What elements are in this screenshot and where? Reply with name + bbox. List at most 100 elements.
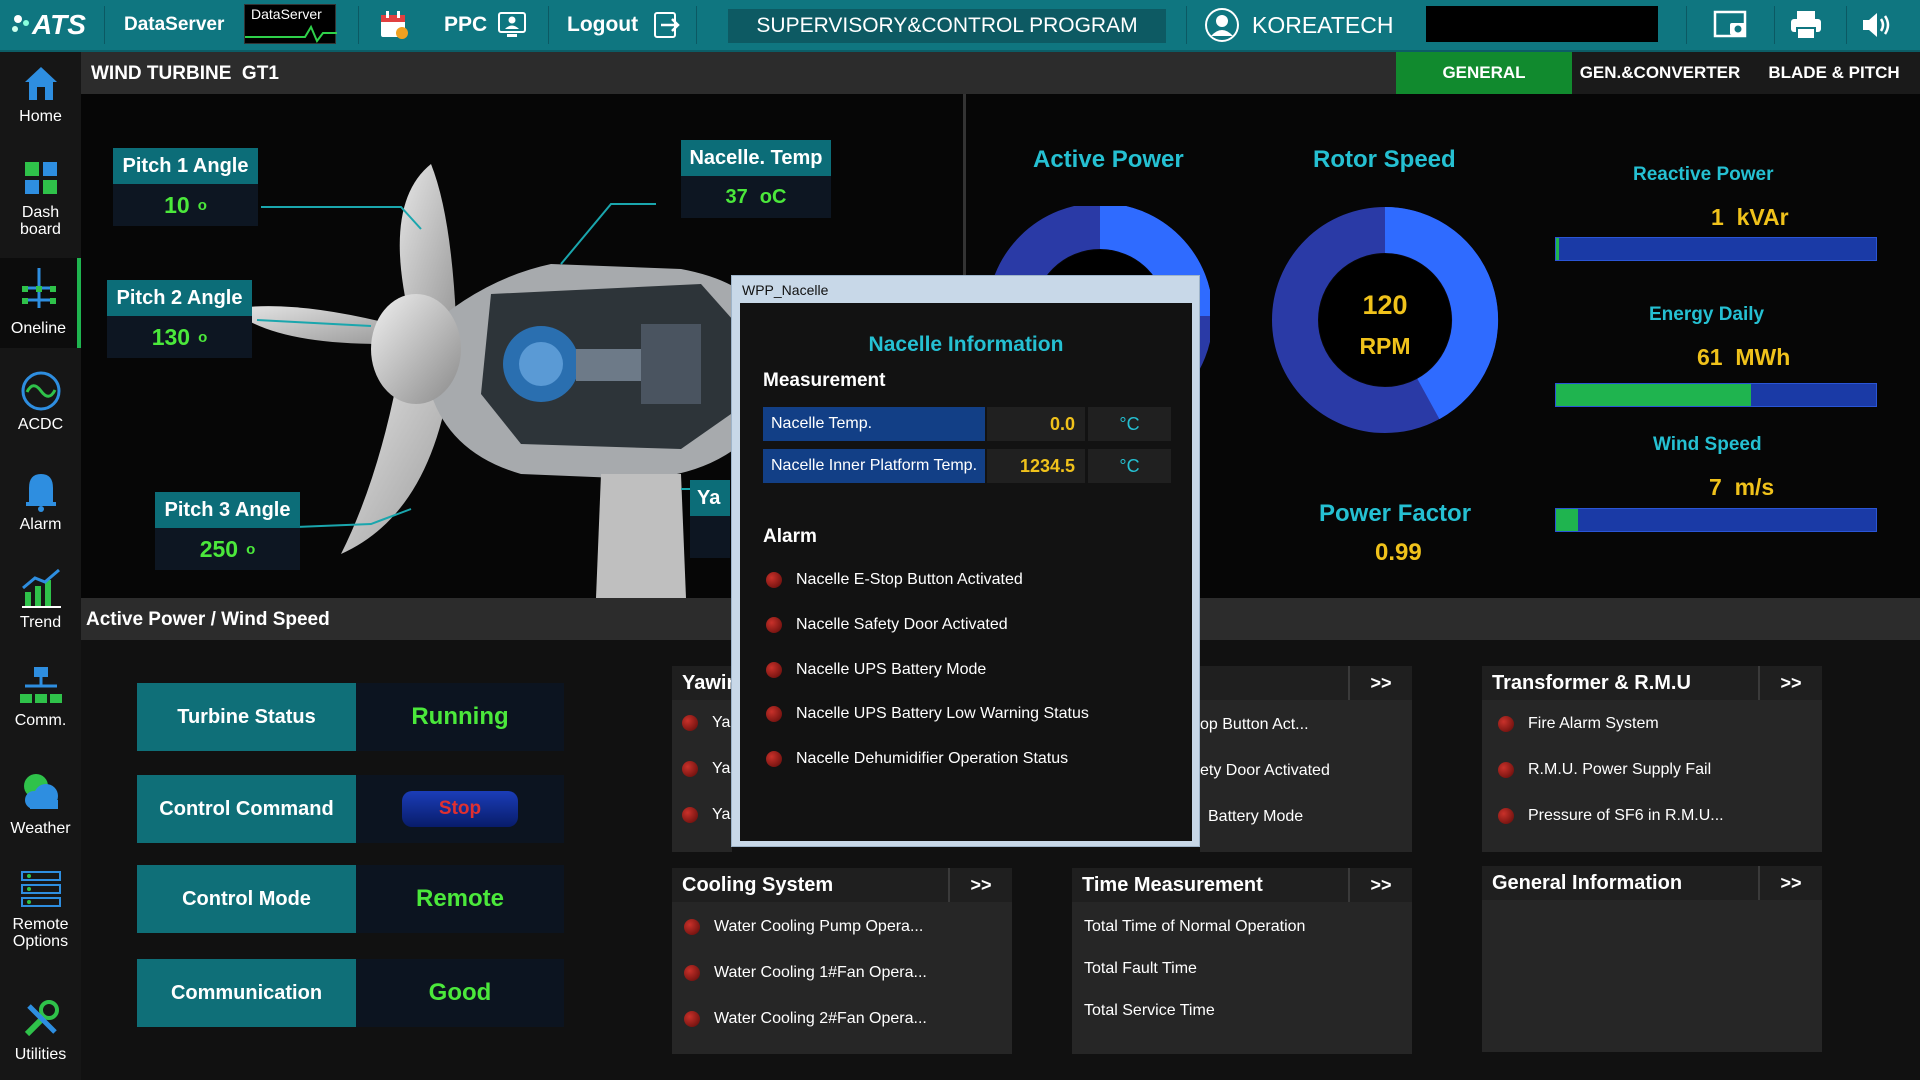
sidebar-item-alarm[interactable]: Alarm <box>0 468 81 533</box>
dataserver-status-widget[interactable]: DataServer <box>244 4 337 44</box>
yaw-value <box>690 516 730 558</box>
measurement-value: 1234.5 <box>987 449 1085 483</box>
transformer-expand-button[interactable]: >> <box>1758 666 1822 700</box>
pitch3-angle-label: Pitch 3 Angle <box>155 492 300 528</box>
alarm-indicator-icon <box>1498 807 1514 824</box>
logout-button[interactable]: Logout <box>567 0 682 50</box>
cooling-row: Water Cooling 1#Fan Opera... <box>672 964 927 982</box>
printer-icon <box>1791 11 1821 40</box>
user-avatar-icon <box>1205 8 1239 42</box>
calendar-icon <box>381 11 408 39</box>
transformer-panel-title: Transformer & R.M.U <box>1482 666 1758 700</box>
wind-speed-bar <box>1555 508 1877 532</box>
separator <box>1846 6 1847 44</box>
time-expand-button[interactable]: >> <box>1348 868 1412 902</box>
control-mode-value: Remote <box>356 865 564 933</box>
screen-capture-icon <box>1713 10 1747 38</box>
tab-general[interactable]: GENERAL <box>1396 52 1572 94</box>
time-row: Total Time of Normal Operation <box>1084 918 1306 935</box>
energy-daily-fill <box>1556 384 1752 406</box>
transformer-panel: Transformer & R.M.U >> Fire Alarm System… <box>1482 666 1822 852</box>
alarm-item: Nacelle UPS Battery Mode <box>766 661 986 679</box>
dataserver-button[interactable]: DataServer <box>124 0 224 50</box>
nacelle-panel-row: Battery Mode <box>1208 808 1304 825</box>
weather-icon <box>23 774 58 809</box>
sidebar-item-weather[interactable]: Weather <box>0 768 81 837</box>
sidebar-item-acdc[interactable]: ACDC <box>0 370 81 433</box>
alarm-indicator-icon <box>766 571 782 588</box>
tab-gen-converter[interactable]: GEN.&CONVERTER <box>1572 52 1748 94</box>
separator <box>1774 6 1775 44</box>
pitch2-angle-label: Pitch 2 Angle <box>107 280 252 316</box>
pitch2-angle-value: 130 o <box>107 316 252 358</box>
turbine-status-value: Running <box>356 683 564 751</box>
reactive-power-bar <box>1555 237 1877 261</box>
time-row: Total Fault Time <box>1084 960 1197 977</box>
alarm-indicator-icon <box>766 661 782 678</box>
nacelle-temp-value: 37 oC <box>681 176 831 218</box>
sidebar-item-trend[interactable]: Trend <box>0 566 81 631</box>
communication-value: Good <box>356 959 564 1027</box>
separator <box>358 6 359 44</box>
general-expand-button[interactable]: >> <box>1758 866 1822 900</box>
alarm-indicator-icon <box>684 964 700 981</box>
general-information-panel: General Information >> <box>1482 866 1822 1052</box>
sidebar-item-dashboard[interactable]: Dash board <box>0 158 81 238</box>
print-button[interactable] <box>1788 0 1824 50</box>
sidebar-item-comm[interactable]: Comm. <box>0 664 81 729</box>
separator <box>696 6 697 44</box>
measurement-name: Nacelle Inner Platform Temp. <box>763 449 985 483</box>
logout-icon <box>654 12 680 38</box>
power-factor-title: Power Factor <box>1319 500 1472 527</box>
separator <box>104 6 105 44</box>
calendar-button[interactable] <box>378 0 410 50</box>
sidebar-item-utilities[interactable]: Utilities <box>0 998 81 1063</box>
nacelle-temp-label: Nacelle. Temp <box>681 140 831 176</box>
user-button[interactable]: KOREATECH <box>1204 0 1393 50</box>
section-title: Active Power / Wind Speed <box>86 609 330 630</box>
turbine-status-label: Turbine Status <box>137 683 356 751</box>
nacelle-panel: >> op Button Act... ety Door Activated B… <box>1200 666 1412 852</box>
cooling-expand-button[interactable]: >> <box>948 868 1012 902</box>
dialog-window-title: WPP_Nacelle <box>742 282 829 298</box>
general-panel-title: General Information <box>1482 866 1758 900</box>
alarm-icon <box>25 474 56 512</box>
screenshot-button[interactable] <box>1712 0 1750 50</box>
logo-mark-icon <box>12 15 29 32</box>
energy-daily-value: 61 MWh <box>1697 344 1791 370</box>
dashboard-icon <box>24 162 57 194</box>
measurement-unit: °C <box>1088 449 1171 483</box>
sound-button[interactable] <box>1860 0 1894 50</box>
stop-button[interactable]: Stop <box>402 791 518 827</box>
tab-blade-pitch[interactable]: BLADE & PITCH <box>1748 52 1920 94</box>
rotor-speed-gauge: 120 RPM <box>1272 207 1499 433</box>
heartbeat-icon <box>245 24 337 43</box>
measurement-unit: °C <box>1088 407 1171 441</box>
top-bar: ATS DataServer DataServer PPC Logout SUP… <box>0 0 1920 52</box>
time-row: Total Service Time <box>1084 1002 1215 1019</box>
energy-daily-title: Energy Daily <box>1649 304 1765 325</box>
user-name: KOREATECH <box>1252 11 1394 38</box>
acdc-icon <box>21 371 60 411</box>
alarm-indicator-icon <box>1498 715 1514 732</box>
sidebar-item-oneline[interactable]: Oneline <box>0 258 81 348</box>
comm-icon <box>19 667 62 703</box>
alarm-indicator-icon <box>1498 761 1514 778</box>
wind-speed-fill <box>1556 509 1579 531</box>
sidebar-item-home[interactable]: Home <box>0 62 81 125</box>
cooling-row: Water Cooling 2#Fan Opera... <box>672 1010 927 1028</box>
nacelle-panel-expand-button[interactable]: >> <box>1348 666 1412 700</box>
alarm-item: Nacelle UPS Battery Low Warning Status <box>766 705 1089 723</box>
pitch1-angle-label: Pitch 1 Angle <box>113 148 258 184</box>
alarm-item: Nacelle Dehumidifier Operation Status <box>766 750 1068 768</box>
ats-logo: ATS <box>8 0 86 50</box>
active-power-title: Active Power <box>1033 146 1184 173</box>
ppc-monitor-button[interactable] <box>496 0 530 50</box>
ppc-button[interactable]: PPC <box>444 0 487 50</box>
yawing-row: Ya <box>672 760 730 778</box>
utilities-icon <box>24 1000 59 1037</box>
nacelle-dialog[interactable]: WPP_Nacelle Nacelle Information Measurem… <box>731 275 1200 847</box>
sidebar-item-remote-options[interactable]: Remote Options <box>0 868 81 950</box>
separator <box>1186 6 1187 44</box>
transformer-row: Fire Alarm System <box>1482 715 1659 733</box>
